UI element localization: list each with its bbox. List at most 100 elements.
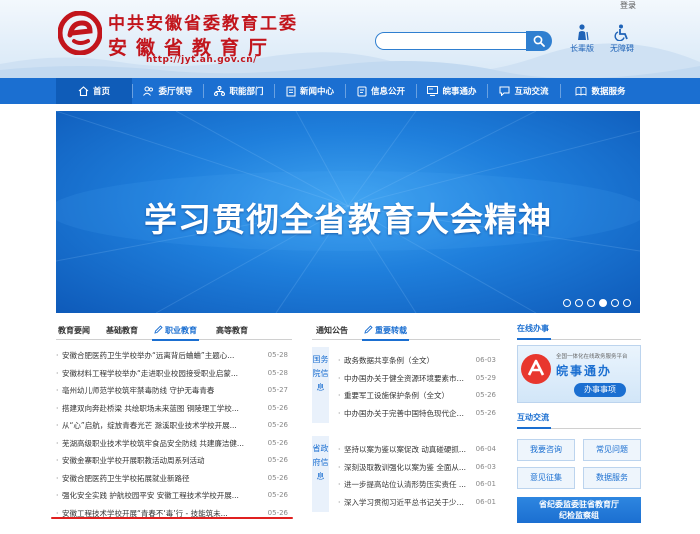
news-item[interactable]: 强化安全实践 护航校园平安 安徽工程技术学校开展... 05-26 (56, 487, 292, 505)
nav-item-online-service[interactable]: 皖事通办 (417, 78, 487, 104)
news-date: 06-01 (475, 497, 496, 506)
news-item[interactable]: 亳州幼儿师范学校筑牢禁毒防线 守护无毒青春 05-27 (56, 382, 292, 400)
data-service-button[interactable]: 数据服务 (583, 467, 641, 489)
notices-tabs: 通知公告 重要转载 (312, 322, 500, 341)
news-item[interactable]: 安徽材料工程学校举办“走进职业校园接受职业启蒙... 05-28 (56, 365, 292, 383)
news-item[interactable]: 深刻汲取教训强化以案为鉴 全面从... 06-03 (338, 459, 500, 477)
news-title: 芜湖高级职业技术学校筑牢食品安全防线 共建廉洁健... (62, 438, 245, 448)
news-item[interactable]: 芜湖高级职业技术学校筑牢食品安全防线 共建廉洁健... 05-26 (56, 435, 292, 453)
news-item[interactable]: 安徽工程技术学校开展“青春不‘毒’行 - 技能筑未... 05-26 (56, 505, 292, 523)
state-council-news-list: 政务数据共享条例（全文） 06-03 中办国办关于健全资源环境要素市场... 05-… (338, 352, 500, 422)
discipline-inspection-banner[interactable]: 省纪委监委驻省教育厅 纪检监察组 (517, 497, 641, 523)
discipline-line2: 纪检监察组 (559, 511, 599, 520)
news-item[interactable]: 安徽金寨职业学校开展职教活动周系列活动 05-26 (56, 452, 292, 470)
news-date: 06-03 (475, 462, 496, 471)
news-title: 重要军工设施保护条例（全文） (344, 391, 449, 400)
banner-headline: 学习贯彻全省教育大会精神 (144, 200, 552, 239)
news-item[interactable]: 安徽合肥医药卫生学校拓展就业新路径 05-26 (56, 470, 292, 488)
nav-item-interaction[interactable]: 互动交流 (488, 78, 560, 104)
news-date: 05-26 (475, 391, 496, 399)
news-item[interactable]: 中办国办关于完善中国特色现代企业... 05-26 (338, 405, 500, 423)
news-item[interactable]: 重要军工设施保护条例（全文） 05-26 (338, 387, 500, 405)
accessibility-button[interactable]: 无障碍 (604, 24, 640, 54)
news-date: 05-28 (267, 368, 288, 377)
site-logo-icon[interactable] (58, 11, 102, 55)
elder-icon (578, 24, 589, 41)
main-navigation: 首页 委厅领导 职能部门 新闻中心 信息公开 皖事通办 互动交流 数据服务 (0, 78, 700, 104)
news-item[interactable]: 政务数据共享条例（全文） 06-03 (338, 352, 500, 370)
carousel-dot[interactable] (587, 299, 595, 307)
news-title: 坚持以案为鉴以案促改 动真碰硬抓... (344, 445, 467, 454)
news-title: 中办国办关于健全资源环境要素市场... (344, 373, 467, 383)
faq-button[interactable]: 常见问题 (583, 439, 641, 461)
data-icon (576, 86, 587, 96)
tab-education-news[interactable]: 教育要闻 (58, 325, 90, 336)
nav-item-home[interactable]: 首页 (56, 78, 132, 104)
news-title: 政务数据共享条例（全文） (344, 356, 434, 365)
news-item[interactable]: 坚持以案为鉴以案促改 动真碰硬抓... 06-04 (338, 441, 500, 459)
news-item[interactable]: 搭建双向奔赴桥梁 共绘职场未来蓝图 铜陵理工学校... 05-26 (56, 400, 292, 418)
tab-basic-education[interactable]: 基础教育 (106, 325, 138, 336)
news-icon (286, 86, 296, 96)
home-icon (78, 86, 89, 96)
search-button[interactable] (526, 31, 552, 51)
elder-mode-label: 长辈版 (570, 44, 594, 53)
tab-higher-education[interactable]: 高等教育 (216, 325, 248, 336)
news-item[interactable]: 从“心”启航，绽放青春光芒 滁溪职业技术学校开展... 05-26 (56, 417, 292, 435)
search-icon (533, 35, 545, 47)
nav-item-label: 新闻中心 (299, 87, 334, 97)
state-council-label: 国务院信息 (312, 347, 329, 423)
highlight-underline (51, 517, 293, 519)
news-title: 进一步提高站位认清形势压实责任 ... (344, 480, 467, 489)
news-title: 从“心”启航，绽放青春光芒 滁溪职业技术学校开展... (62, 421, 237, 430)
tab-important-reprints[interactable]: 重要转载 (362, 325, 409, 341)
search-input[interactable] (375, 32, 527, 50)
carousel-dot[interactable] (623, 299, 631, 307)
online-service-banner[interactable]: 全国一体化在线政务服务平台 皖事通办 办事事项 (517, 345, 641, 403)
login-link[interactable]: 登录 (620, 0, 636, 11)
news-title: 安徽合肥医药卫生学校拓展就业新路径 (62, 473, 190, 483)
carousel-dot[interactable] (563, 299, 571, 307)
tab-notices[interactable]: 通知公告 (316, 325, 348, 336)
gov-service-logo-icon (521, 354, 551, 384)
news-title: 强化安全实践 护航校园平安 安徽工程技术学校开展... (62, 491, 239, 500)
news-item[interactable]: 中办国办关于健全资源环境要素市场... 05-29 (338, 370, 500, 388)
consult-button[interactable]: 我要咨询 (517, 439, 575, 461)
elder-mode-button[interactable]: 长辈版 (564, 24, 600, 54)
nav-item-label: 首页 (92, 87, 110, 97)
news-item[interactable]: 安徽合肥医药卫生学校举办“远离背后蛐蛐”主题心... 05-28 (56, 347, 292, 365)
news-item[interactable]: 进一步提高站位认清形势压实责任 ... 06-01 (338, 476, 500, 494)
news-date: 05-26 (475, 408, 496, 417)
tab-vocational-education[interactable]: 职业教育 (152, 325, 199, 341)
carousel-dot-active[interactable] (599, 299, 607, 307)
site-title-line1: 中共安徽省委教育工委 (108, 14, 298, 34)
accessibility-icon (614, 24, 628, 41)
nav-item-label: 职能部门 (229, 87, 264, 97)
nav-item-label: 委厅领导 (158, 87, 193, 97)
leader-icon (143, 86, 154, 96)
pen-icon (154, 325, 163, 334)
nav-item-label: 信息公开 (370, 87, 405, 97)
news-title: 安徽材料工程学校举办“走进职业校园接受职业启蒙... (62, 368, 239, 378)
tab-label: 重要转载 (375, 326, 407, 335)
carousel-dot[interactable] (575, 299, 583, 307)
news-date: 05-26 (267, 508, 288, 517)
service-items-button[interactable]: 办事事项 (574, 383, 626, 397)
nav-item-departments[interactable]: 职能部门 (204, 78, 274, 104)
nav-item-data-service[interactable]: 数据服务 (561, 78, 640, 104)
feedback-button[interactable]: 意见征集 (517, 467, 575, 489)
news-date: 06-04 (475, 445, 496, 453)
nav-item-leaders[interactable]: 委厅领导 (133, 78, 203, 104)
news-date: 05-28 (267, 351, 288, 359)
nav-item-news[interactable]: 新闻中心 (275, 78, 345, 104)
news-title: 中办国办关于完善中国特色现代企业... (344, 408, 467, 418)
news-date: 05-27 (267, 386, 288, 394)
hero-banner[interactable]: 学习贯彻全省教育大会精神 (56, 111, 640, 313)
carousel-dot[interactable] (611, 299, 619, 307)
news-item[interactable]: 深入学习贯彻习近平总书记关于少年... 06-01 (338, 494, 500, 512)
chat-icon (499, 86, 510, 96)
nav-item-label: 数据服务 (591, 87, 626, 97)
department-icon (214, 86, 226, 96)
interaction-buttons: 我要咨询 常见问题 意见征集 数据服务 (517, 439, 641, 489)
nav-item-info-disclosure[interactable]: 信息公开 (346, 78, 416, 104)
